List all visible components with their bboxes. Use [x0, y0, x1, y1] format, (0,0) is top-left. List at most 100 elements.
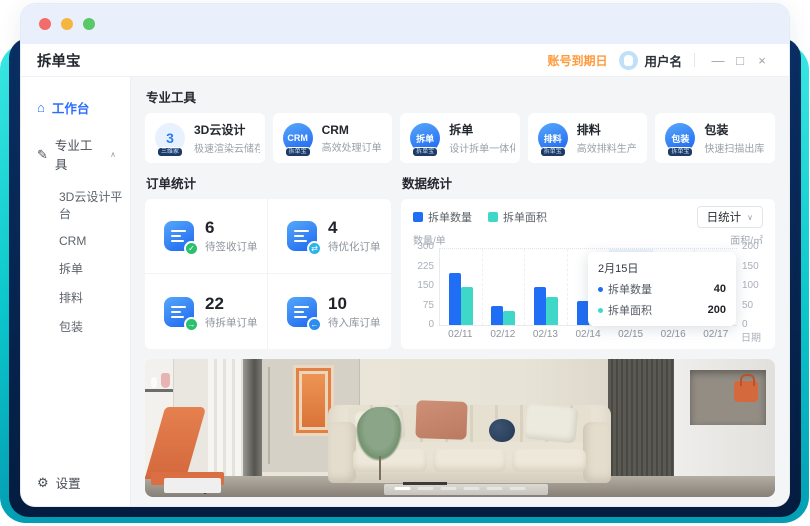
home-icon: ⌂ [37, 101, 45, 114]
legend-item: 拆单面积 [488, 209, 547, 225]
tool-name: 包装 [704, 121, 764, 138]
tool-card[interactable]: 3三维家3D云设计极速渲染云储存 [145, 113, 265, 163]
order-stat-cell[interactable]: ←10待入库订单 [268, 274, 391, 349]
minimize-button[interactable]: — [707, 53, 729, 68]
sidebar-item-pro-tools[interactable]: ✎ 专业工具 ∧ [21, 126, 130, 182]
app-header-right: 账号到期日 用户名 — □ × [547, 51, 773, 70]
bar-group[interactable] [440, 249, 483, 325]
tool-icon-text: CRM [287, 133, 308, 143]
bar-qty [449, 273, 461, 325]
tool-icon: CRM拆单宝 [283, 123, 313, 153]
y-tick: 75 [423, 300, 434, 311]
sync-badge: ⇄ [307, 241, 322, 256]
sidebar-item-workbench[interactable]: ⌂ 工作台 [21, 89, 130, 126]
bar-area [503, 311, 515, 325]
chart-legend: 拆单数量拆单面积 [413, 209, 547, 225]
sidebar-subitem[interactable]: CRM [21, 228, 130, 254]
carousel-dot[interactable] [487, 487, 503, 490]
sidebar-subitem[interactable]: 排料 [21, 283, 130, 312]
maximize-button[interactable]: □ [729, 53, 751, 68]
app-window: 拆单宝 账号到期日 用户名 — □ × ⌂ 工作台 ✎ 专业工具 [21, 4, 789, 506]
close-button[interactable]: × [751, 53, 773, 68]
banner-orange-handbag [734, 381, 758, 402]
order-stat-cell[interactable]: →22待拆单订单 [145, 274, 268, 349]
y-tick: 100 [742, 280, 759, 291]
check-badge: ✓ [184, 241, 199, 256]
order-stat-cell[interactable]: ✓ 6 待签收订单 [145, 199, 268, 274]
bar-qty [534, 287, 546, 325]
tool-card[interactable]: 排料拆单宝排料高效排料生产 [528, 113, 648, 163]
tool-icon: 拆单拆单宝 [410, 123, 440, 153]
carousel-dot[interactable] [395, 487, 411, 490]
x-tick-label: 02/16 [652, 329, 695, 344]
traffic-light-minimize[interactable] [61, 18, 73, 30]
traffic-light-close[interactable] [39, 18, 51, 30]
sofa-seat-cushion [512, 449, 586, 473]
bar-chart: 075150225300 050100150200 2月15日 拆单数量40拆单… [413, 248, 763, 326]
bar-qty [577, 301, 589, 325]
arrow-right-badge: → [184, 317, 199, 332]
x-tick-label: 02/14 [567, 329, 610, 344]
tool-icon-text: 3 [166, 130, 174, 146]
tooltip-rows: 拆单数量40拆单面积200 [598, 281, 726, 318]
titlebar[interactable] [21, 4, 789, 44]
sidebar: ⌂ 工作台 ✎ 专业工具 ∧ 3D云设计平台CRM拆单排料包装 ⚙ 设置 [21, 77, 131, 506]
bar-qty [491, 306, 503, 325]
avatar[interactable] [619, 51, 638, 70]
y-tick: 200 [742, 241, 759, 252]
tool-card[interactable]: CRM拆单宝CRM 高效处理订单 [273, 113, 393, 163]
bar-area [546, 297, 558, 325]
banner-side-table [164, 478, 221, 493]
legend-swatch [413, 212, 423, 222]
tool-icon-badge: 拆单宝 [667, 147, 693, 157]
tool-card[interactable]: 包装拆单宝包装快速扫描出库 [655, 113, 775, 163]
bar-group[interactable] [525, 249, 568, 325]
carousel-dot[interactable] [510, 487, 526, 490]
order-stats-card: ✓ 6 待签收订单 ⇄ 4 待优化订单 →22待拆单订单←10待入库订单 [145, 199, 391, 349]
account-expiry-link[interactable]: 账号到期日 [547, 52, 607, 69]
x-tick-label: 02/15 [609, 329, 652, 344]
tool-icon-text: 拆单 [416, 132, 434, 145]
chevron-down-icon: ∨ [747, 213, 753, 222]
tool-desc: 快速扫描出库 [704, 140, 764, 155]
carousel-dot[interactable] [441, 487, 457, 490]
sidebar-subitem[interactable]: 3D云设计平台 [21, 182, 130, 228]
y-tick: 300 [417, 241, 434, 252]
sidebar-item-settings[interactable]: ⚙ 设置 [37, 473, 81, 492]
traffic-light-zoom[interactable] [83, 18, 95, 30]
order-doc-icon: ✓ [164, 221, 194, 251]
tooltip-value: 40 [714, 283, 726, 295]
order-stat-label: 待优化订单 [328, 239, 381, 254]
tool-card[interactable]: 拆单拆单宝拆单设计拆单一体化 [400, 113, 520, 163]
tool-icon-badge: 三维家 [157, 147, 183, 157]
order-stat-value: 4 [328, 218, 381, 237]
sidebar-item-label: 工作台 [52, 98, 90, 117]
y-tick: 50 [742, 300, 753, 311]
filter-label: 日统计 [707, 209, 742, 225]
tool-desc: 高效处理订单 [322, 139, 382, 154]
username[interactable]: 用户名 [644, 51, 682, 70]
order-stat-label: 待签收订单 [205, 239, 258, 254]
app-window-stage: 拆单宝 账号到期日 用户名 — □ × ⌂ 工作台 ✎ 专业工具 [0, 0, 810, 526]
orders-column: 订单统计 ✓6待签收订单⇄4待优化订单→22待拆单订单←10待入库订单 [145, 173, 391, 349]
carousel-dot[interactable] [464, 487, 480, 490]
y-tick: 150 [417, 280, 434, 291]
bar-group[interactable] [483, 249, 526, 325]
order-stat-value: 6 [205, 218, 258, 237]
tool-name: 3D云设计 [194, 121, 260, 138]
window-body: ⌂ 工作台 ✎ 专业工具 ∧ 3D云设计平台CRM拆单排料包装 ⚙ 设置 专业工… [21, 77, 789, 506]
promo-banner-carousel[interactable] [145, 359, 775, 497]
tool-icon-badge: 拆单宝 [540, 147, 566, 157]
x-axis-caption: 日期 [737, 329, 763, 344]
chevron-up-icon: ∧ [110, 150, 116, 159]
tool-icon-text: 排料 [544, 132, 562, 145]
period-filter-dropdown[interactable]: 日统计 ∨ [697, 206, 763, 228]
x-axis-labels: 02/1102/1202/1302/1402/1502/1602/17 [439, 329, 737, 344]
sidebar-subitem[interactable]: 包装 [21, 312, 130, 341]
pillow-white-right [524, 404, 578, 444]
order-stat-cell[interactable]: ⇄ 4 待优化订单 [268, 199, 391, 274]
section-title-stats: 数据统计 [402, 173, 775, 192]
carousel-dot[interactable] [418, 487, 434, 490]
sidebar-subitem[interactable]: 拆单 [21, 254, 130, 283]
chart-tooltip: 2月15日 拆单数量40拆单面积200 [588, 252, 736, 326]
